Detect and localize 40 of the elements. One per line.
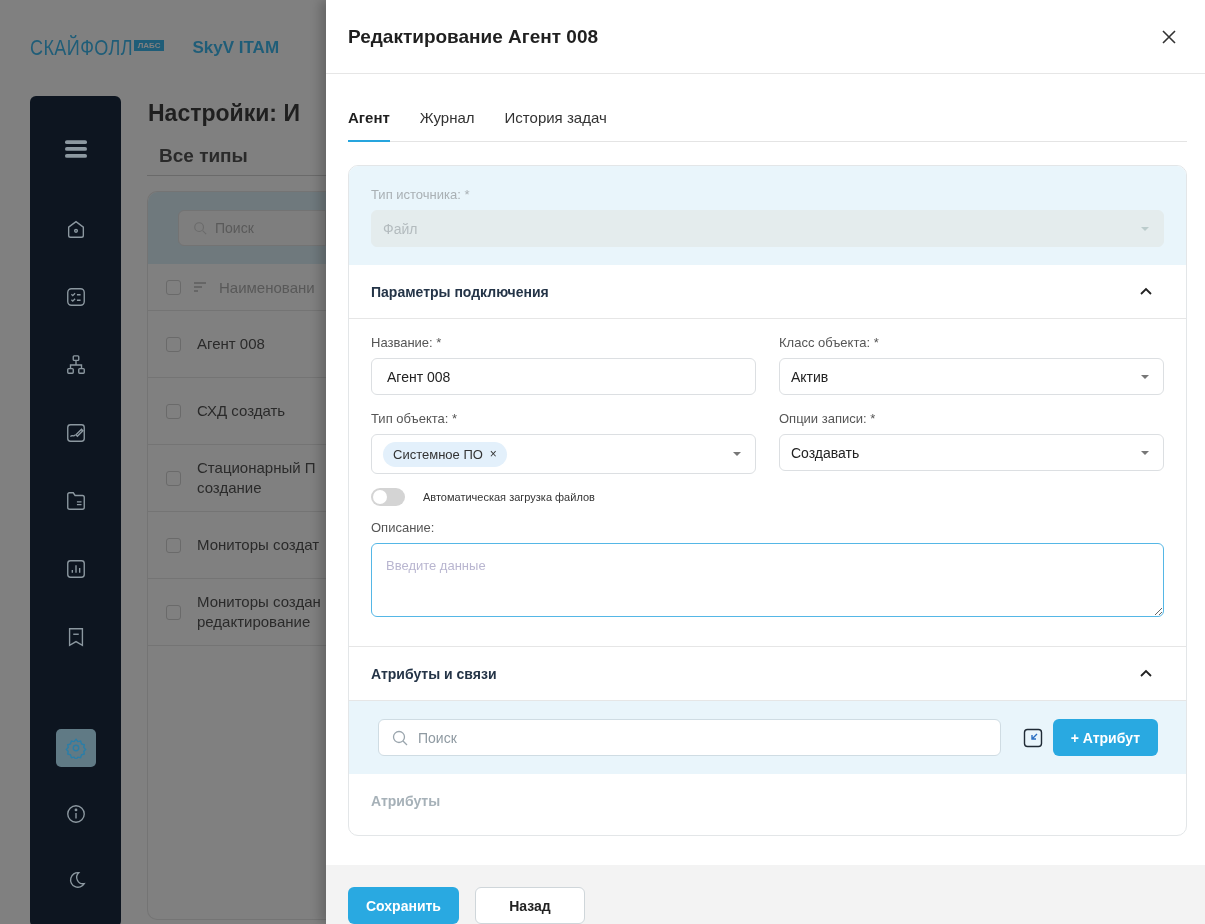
- settings-nav-icon[interactable]: [55, 729, 96, 767]
- table-cell: Мониторы создан редактирование: [197, 592, 321, 632]
- collapse-icon[interactable]: [1022, 727, 1043, 748]
- list-title: Атрибуты: [370, 792, 442, 811]
- page-title: Настройки: И: [148, 100, 301, 127]
- remove-tag-button[interactable]: ×: [489, 447, 497, 461]
- tag-label: Системное ПО: [393, 446, 483, 462]
- search-placeholder: Поиск: [418, 729, 457, 746]
- logo-badge: ЛАБС: [133, 39, 165, 51]
- tab[interactable]: История задач: [504, 109, 607, 142]
- table-cell: Стационарный П создание: [197, 458, 316, 498]
- chevron-icon[interactable]: [1139, 287, 1153, 296]
- chevron-icon[interactable]: [1139, 669, 1153, 678]
- field-label: Название: *: [371, 335, 443, 350]
- brand-logo: СКАЙФОЛЛ: [30, 35, 134, 61]
- tag-select[interactable]: Системное ПО ×: [371, 434, 756, 474]
- section-title: Параметры подключения: [371, 283, 549, 300]
- close-icon[interactable]: [1161, 28, 1177, 45]
- field-label: Класс объекта: *: [779, 335, 880, 350]
- table-cell: Агент 008: [197, 334, 265, 354]
- select-field[interactable]: Создавать: [779, 434, 1164, 471]
- field-label: Описание:: [371, 520, 436, 535]
- menu-icon[interactable]: [64, 140, 87, 158]
- table-cell: Мониторы создат: [197, 535, 320, 555]
- select-field[interactable]: Актив: [779, 358, 1164, 395]
- field-label: Тип источника: *: [371, 187, 471, 202]
- back-button[interactable]: Назад: [474, 887, 585, 924]
- section-title: Атрибуты и связи: [371, 665, 497, 682]
- search-icon: [392, 729, 408, 746]
- tab[interactable]: Журнал: [419, 109, 475, 142]
- field-label: Тип объекта: *: [371, 411, 459, 426]
- tab[interactable]: Агент: [348, 109, 390, 142]
- toggle-label: Автоматическая загрузка файлов: [423, 491, 595, 503]
- field-label: Опции записи: *: [779, 411, 877, 426]
- description-field[interactable]: Введите данные: [371, 543, 1164, 617]
- name-input[interactable]: Агент 008: [371, 358, 756, 395]
- toggle-switch[interactable]: [371, 488, 405, 506]
- drawer-title: Редактирование Агент 008: [348, 25, 599, 48]
- table-cell: СХД создать: [197, 401, 286, 421]
- product-name: SkyV ITAM: [192, 38, 280, 58]
